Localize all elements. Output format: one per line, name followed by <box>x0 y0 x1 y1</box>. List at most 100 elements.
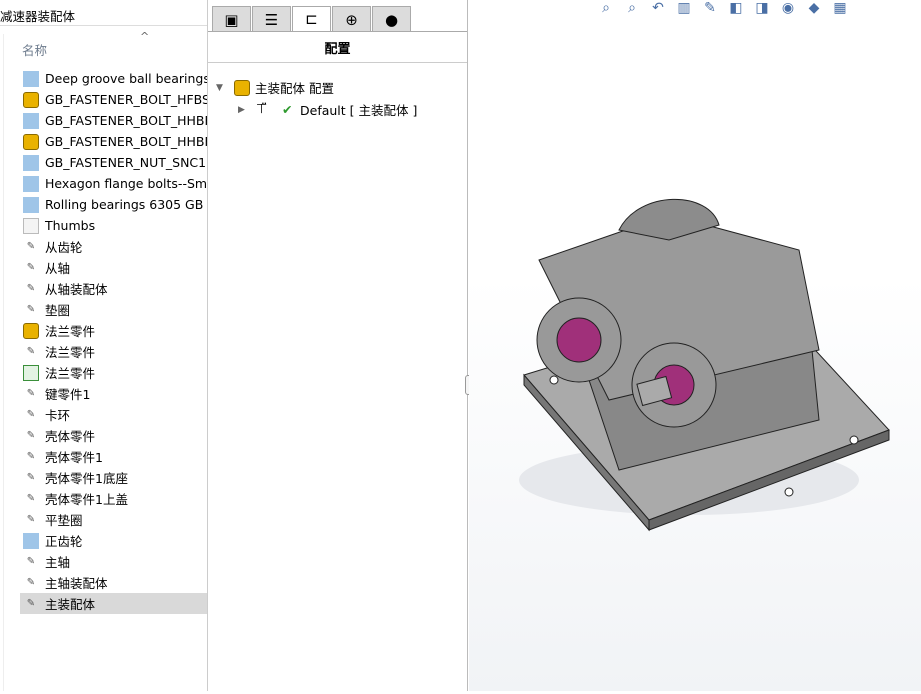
part-file-icon: ✎ <box>26 303 36 315</box>
file-list-item[interactable]: ✎ 从齿轮 <box>20 236 207 257</box>
previous-view-icon[interactable]: ↶ <box>648 0 668 16</box>
part-file-icon: ✎ <box>26 576 36 588</box>
collapse-arrow-icon[interactable]: ▼ <box>216 83 234 93</box>
tree-config-label: Default [ 主装配体 ] <box>300 103 418 118</box>
file-list-item[interactable]: ✎ 主装配体 <box>20 593 207 614</box>
file-name: 卡环 <box>45 408 71 423</box>
asm-file-icon <box>23 133 39 150</box>
file-list-item[interactable]: ✎ 平垫圈 <box>20 509 207 530</box>
part-file-icon: ✎ <box>26 555 36 567</box>
property-manager-icon: ☰ <box>264 10 279 29</box>
file-name: 主轴装配体 <box>45 576 108 591</box>
file-name: 壳体零件1上盖 <box>45 492 128 507</box>
part-file-icon: ✎ <box>26 597 36 609</box>
tab-feature-manager[interactable]: ▣ <box>212 6 251 32</box>
zoom-area-icon[interactable]: ⌕ <box>622 0 642 16</box>
file-list-item[interactable]: Hexagon flange bolts--Small <box>20 173 207 194</box>
zoom-to-fit-icon[interactable]: ⌕ <box>596 0 616 16</box>
file-list-item[interactable]: GB_FASTENER_BOLT_HFBSS <box>20 89 207 110</box>
file-list-item[interactable]: ✎ 垫圈 <box>20 299 207 320</box>
tree-root[interactable]: ▼ 主装配体 配置 <box>216 78 334 97</box>
file-list-item[interactable]: ✎ 壳体零件 <box>20 425 207 446</box>
feature-manager-icon: ▣ <box>224 10 239 29</box>
file-list-item[interactable]: ✎ 壳体零件1上盖 <box>20 488 207 509</box>
file-name: 垫圈 <box>45 303 71 318</box>
tab-property-manager[interactable]: ☰ <box>252 6 291 32</box>
edit-appearance-icon[interactable]: ◆ <box>804 0 824 16</box>
file-name: Thumbs <box>45 218 96 233</box>
section-view-icon[interactable]: ▥ <box>674 0 694 16</box>
doc-file-icon <box>23 175 39 192</box>
tree-config-default[interactable]: ▶ ⊤̈ ✔ Default [ 主装配体 ] <box>238 100 417 119</box>
address-bar[interactable]: 减速器装配体 <box>0 4 207 26</box>
part-file-icon: ✎ <box>26 450 36 462</box>
tab-display-manager[interactable]: ● <box>372 6 411 32</box>
part-file-icon: ✎ <box>26 387 36 399</box>
apply-scene-icon[interactable]: ▦ <box>830 0 850 16</box>
asm-file-icon <box>23 322 39 339</box>
part-file-icon: ✎ <box>26 282 36 294</box>
file-name: 从轴 <box>45 261 71 276</box>
part-file-icon: ✎ <box>26 261 36 273</box>
part-file-icon: ✎ <box>26 513 36 525</box>
file-name: Deep groove ball bearings G <box>45 71 207 86</box>
part-file-icon: ✎ <box>26 240 36 252</box>
file-name: 从齿轮 <box>45 240 83 255</box>
column-header-name[interactable]: 名称 <box>22 40 47 59</box>
file-list-item[interactable]: ✎ 键零件1 <box>20 383 207 404</box>
file-name: 正齿轮 <box>45 534 83 549</box>
thumbs-file-icon <box>23 217 39 234</box>
sort-ascending-icon[interactable]: ^ <box>140 30 149 43</box>
gearbox-model <box>519 198 890 532</box>
file-list-item[interactable]: ✎ 从轴 <box>20 257 207 278</box>
tab-dimxpert-manager[interactable]: ⊕ <box>332 6 371 32</box>
file-list-item[interactable]: GB_FASTENER_BOLT_HHBFTC <box>20 110 207 131</box>
doc-file-icon <box>23 112 39 129</box>
configuration-icon: ⊤̈ <box>256 102 268 117</box>
file-name: 键零件1 <box>45 387 91 402</box>
drw-file-icon <box>23 364 39 381</box>
file-list-item[interactable]: 法兰零件 <box>20 362 207 383</box>
nav-pane-edge <box>0 34 4 691</box>
file-name: Hexagon flange bolts--Small <box>45 176 207 191</box>
asm-file-icon <box>23 91 39 108</box>
file-list-item[interactable]: ✎ 从轴装配体 <box>20 278 207 299</box>
file-name: 壳体零件1 <box>45 450 103 465</box>
file-list-item[interactable]: Thumbs <box>20 215 207 236</box>
file-name: 主轴 <box>45 555 71 570</box>
file-list-item[interactable]: 法兰零件 <box>20 320 207 341</box>
display-style-icon[interactable]: ◨ <box>752 0 772 16</box>
view-orientation-icon[interactable]: ◧ <box>726 0 746 16</box>
file-name: 法兰零件 <box>45 345 96 360</box>
file-list-item[interactable]: ✎ 主轴 <box>20 551 207 572</box>
part-file-icon: ✎ <box>26 345 36 357</box>
file-list-item[interactable]: ✎ 壳体零件1 <box>20 446 207 467</box>
file-list-item[interactable]: ✎ 主轴装配体 <box>20 572 207 593</box>
dimxpert-manager-icon: ⊕ <box>345 10 358 29</box>
dynamic-annotation-icon[interactable]: ✎ <box>700 0 720 16</box>
graphics-viewport[interactable] <box>469 0 921 691</box>
tree-root-label: 主装配体 配置 <box>255 81 334 96</box>
file-list-item[interactable]: ✎ 法兰零件 <box>20 341 207 362</box>
file-list-item[interactable]: 正齿轮 <box>20 530 207 551</box>
display-manager-icon: ● <box>384 10 399 29</box>
file-list-item[interactable]: ✎ 卡环 <box>20 404 207 425</box>
file-name: GB_FASTENER_BOLT_HHBFTC <box>45 134 207 149</box>
file-name: 主装配体 <box>45 597 96 612</box>
tab-configuration-manager[interactable]: ⊏ <box>292 6 331 32</box>
tab-divider <box>208 31 467 32</box>
file-list-item[interactable]: GB_FASTENER_BOLT_HHBFTC <box>20 131 207 152</box>
file-name: GB_FASTENER_NUT_SNC1 M <box>45 155 207 170</box>
file-list-item[interactable]: Rolling bearings 6305 GB 27 <box>20 194 207 215</box>
assembly-icon <box>234 79 250 96</box>
hide-show-icon[interactable]: ◉ <box>778 0 798 16</box>
active-check-icon: ✔ <box>282 102 293 117</box>
doc-file-icon <box>23 196 39 213</box>
file-list-item[interactable]: GB_FASTENER_NUT_SNC1 M <box>20 152 207 173</box>
file-list-item[interactable]: ✎ 壳体零件1底座 <box>20 467 207 488</box>
panel-title: 配置 <box>324 42 351 57</box>
part-file-icon: ✎ <box>26 471 36 483</box>
expand-arrow-icon[interactable]: ▶ <box>238 105 256 115</box>
panel-tabs: ▣ ☰ ⊏ ⊕ ● <box>208 6 412 32</box>
file-list-item[interactable]: Deep groove ball bearings G <box>20 68 207 89</box>
